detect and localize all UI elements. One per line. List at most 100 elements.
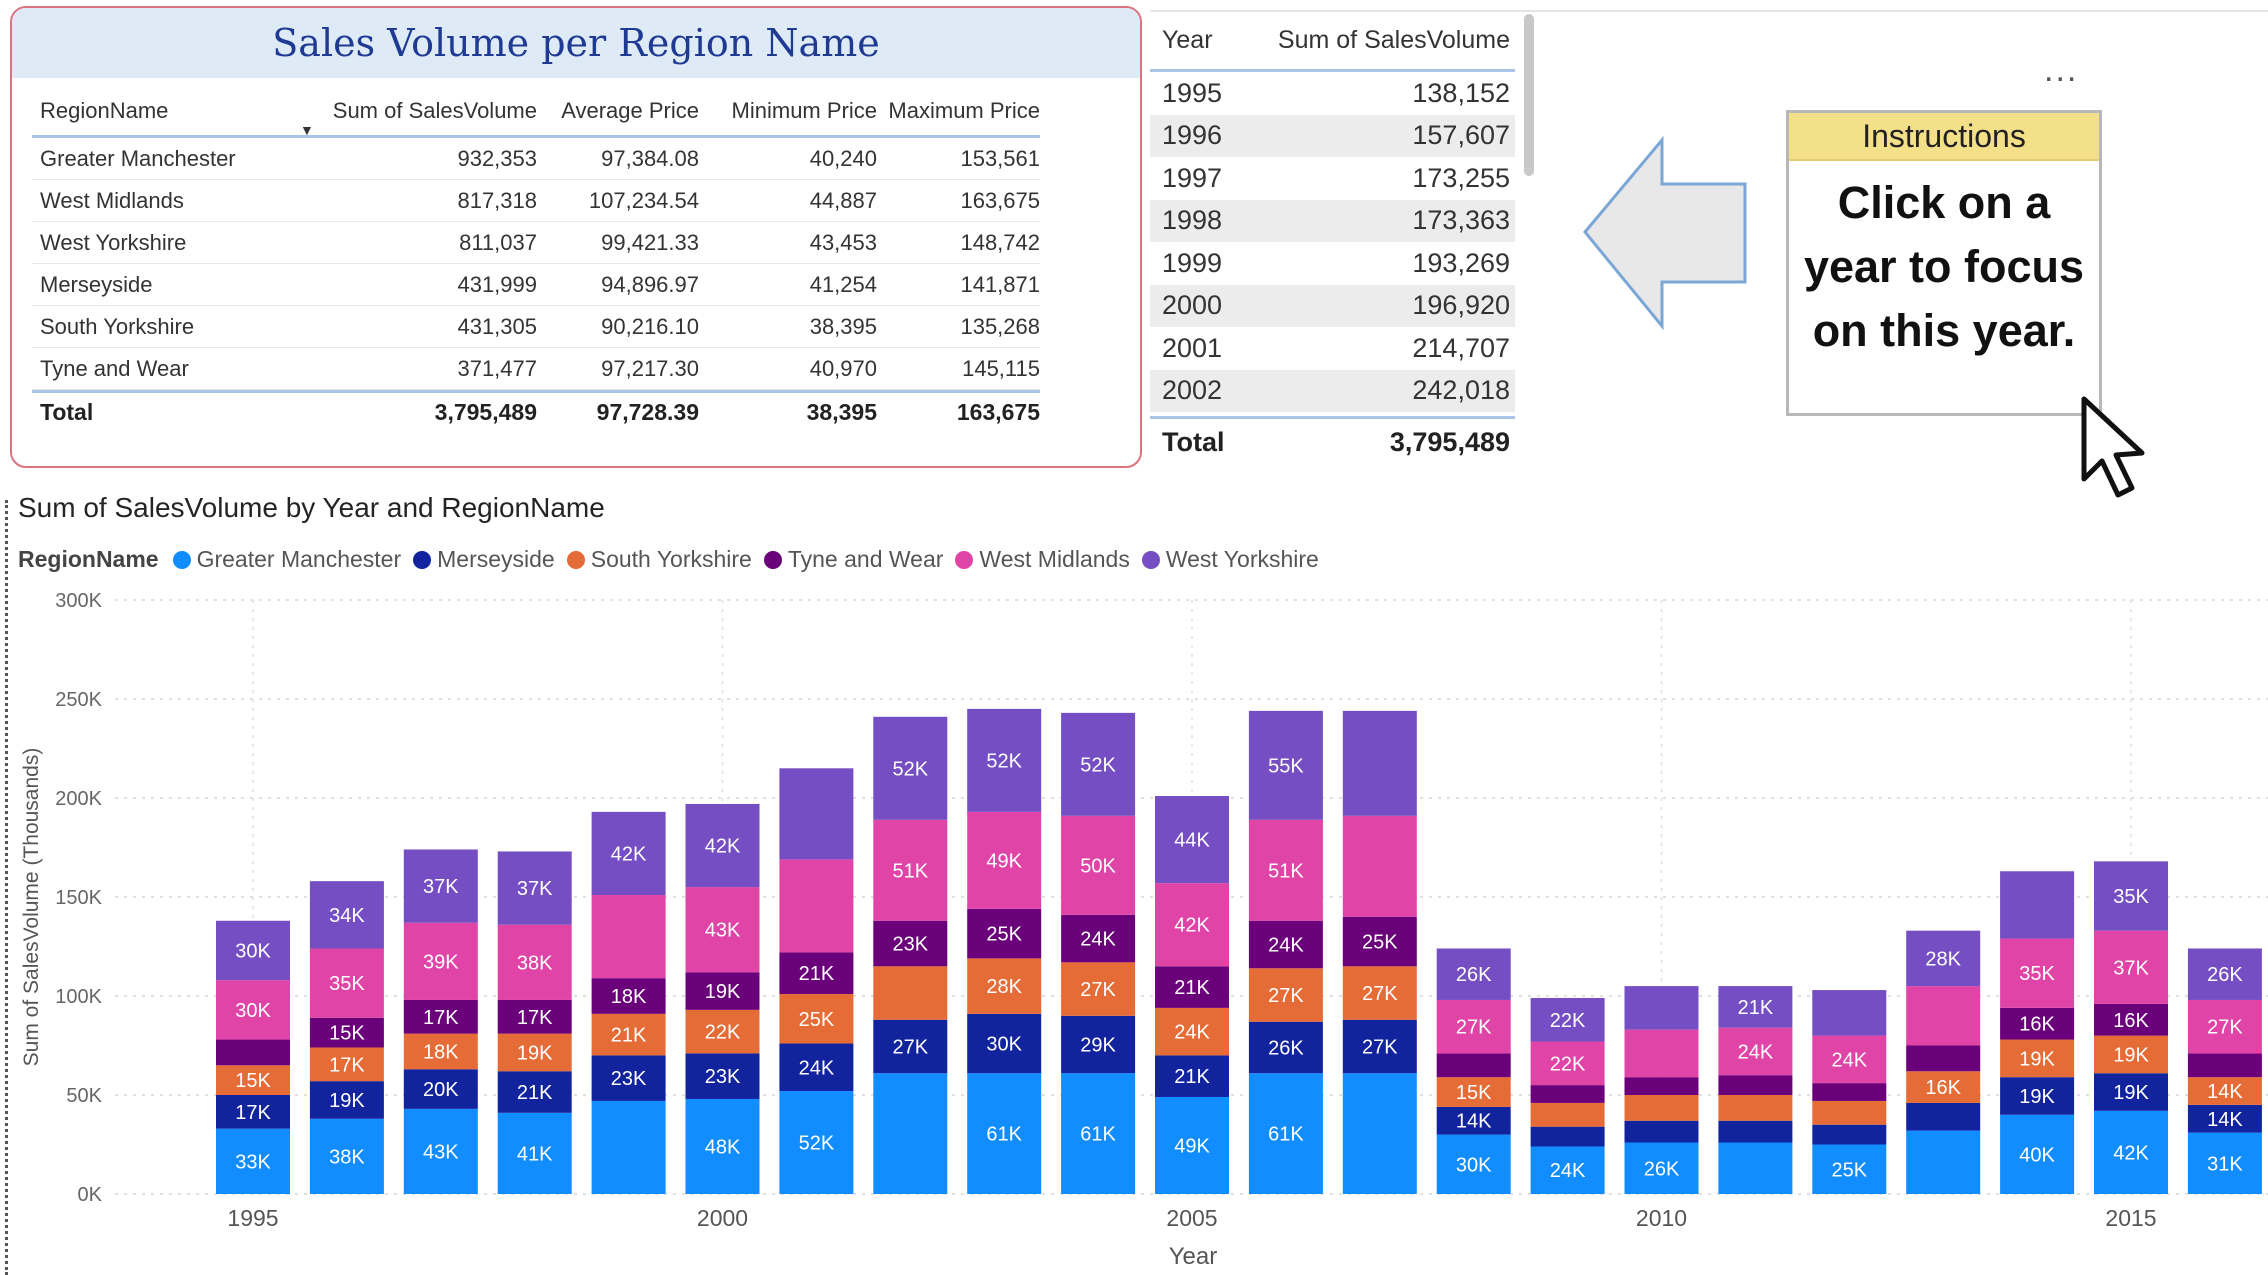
legend-label: Tyne and Wear [787, 546, 944, 572]
bar-segment[interactable] [1624, 1029, 1699, 1078]
bar-segment[interactable] [873, 1073, 948, 1194]
data-label: 42K [611, 843, 647, 865]
region-table[interactable]: RegionName Sum of SalesVolume Average Pr… [32, 86, 1040, 432]
legend-item[interactable]: West Midlands [955, 546, 1130, 573]
sort-descending-icon[interactable]: ▼ [300, 122, 314, 138]
average-price-cell: 107,234.54 [588, 187, 699, 213]
data-label: 42K [1174, 915, 1210, 937]
table-row[interactable]: West Yorkshire 811,037 99,421.33 43,453 148,… [32, 222, 1040, 264]
maximum-price-cell: 148,742 [960, 229, 1040, 255]
volume-cell: 214,707 [1412, 332, 1510, 363]
legend-item[interactable]: Merseyside [413, 546, 555, 573]
bar-segment[interactable] [1436, 1053, 1511, 1078]
bar-segment[interactable] [1906, 1130, 1981, 1194]
year-table[interactable]: Year Sum of SalesVolume 1995 138,152 1996 1… [1150, 12, 1515, 466]
year-cell: 2001 [1162, 332, 1223, 363]
y-tick-label: 50K [66, 1085, 102, 1107]
data-label: 15K [235, 1070, 271, 1092]
table-row[interactable]: Greater Manchester 932,353 97,384.08 40,240… [32, 138, 1040, 180]
x-tick-label: 2015 [2105, 1205, 2156, 1231]
table-row[interactable]: 2001 214,707 [1150, 327, 1515, 370]
column-header-sum-salesvolume[interactable]: Sum of SalesVolume [282, 98, 537, 124]
bar-segment[interactable] [1530, 1085, 1605, 1103]
region-table-visual[interactable]: Sales Volume per Region Name RegionName … [10, 6, 1142, 468]
data-label: 35K [2019, 963, 2055, 985]
table-row[interactable]: West Midlands 817,318 107,234.54 44,887 163,… [32, 180, 1040, 222]
stacked-column-chart[interactable]: 0K 50K 100K 150K 200K 250K 300K 1995 2000 2005 201… [0, 580, 2268, 1275]
data-label: 17K [235, 1102, 271, 1124]
column-header-year[interactable]: Year [1150, 26, 1260, 55]
table-row[interactable]: 2002 242,018 [1150, 369, 1515, 412]
chart-legend[interactable]: RegionName Greater Manchester Merseyside S… [18, 546, 1331, 573]
data-label: 61K [1080, 1124, 1116, 1146]
bar-segment[interactable] [216, 1039, 290, 1066]
table-row[interactable]: Tyne and Wear 371,477 97,217.30 40,970 145,1… [32, 348, 1040, 390]
bar-segment[interactable] [1624, 1120, 1699, 1143]
bar-segment[interactable] [1906, 1102, 1981, 1131]
bar-segment[interactable] [2000, 871, 2075, 939]
table-row[interactable]: 1996 157,607 [1150, 114, 1515, 157]
bar-segment[interactable] [1812, 1083, 1887, 1101]
bar-segment[interactable] [1342, 710, 1417, 816]
region-name-cell: South Yorkshire [40, 313, 195, 339]
column-header-average-price[interactable]: Average Price [537, 98, 699, 124]
data-label: 15K [329, 1023, 365, 1045]
bar-segment[interactable] [591, 1100, 666, 1194]
legend-item[interactable]: Greater Manchester [172, 546, 401, 573]
column-header-regionname[interactable]: RegionName [32, 98, 282, 124]
x-tick-label: 2005 [1166, 1205, 1217, 1231]
legend-item[interactable]: Tyne and Wear [763, 546, 944, 573]
table-row[interactable]: South Yorkshire 431,305 90,216.10 38,395 135… [32, 306, 1040, 348]
total-maximum-price: 163,675 [956, 399, 1040, 425]
data-label: 24K [1550, 1160, 1586, 1182]
bar-segment[interactable] [1530, 1102, 1605, 1127]
bar-segment[interactable] [1342, 815, 1417, 917]
y-axis-title: Sum of SalesVolume (Thousands) [20, 748, 43, 1067]
column-header-maximum-price[interactable]: Maximum Price [877, 98, 1040, 124]
legend-marker-icon [955, 550, 974, 569]
bar-segment[interactable] [1342, 1073, 1417, 1194]
bar-segment[interactable] [1718, 1095, 1793, 1121]
table-row[interactable]: 1998 173,363 [1150, 199, 1515, 242]
table-row[interactable]: Merseyside 431,999 94,896.97 41,254 141,871 [32, 264, 1040, 306]
bar-segment[interactable] [1812, 1124, 1887, 1145]
bar-segment[interactable] [1718, 1142, 1793, 1194]
legend-item[interactable]: South Yorkshire [566, 546, 752, 573]
bar-segment[interactable] [1624, 1077, 1699, 1095]
bar-segment[interactable] [2187, 1053, 2262, 1078]
year-table-scrollbar[interactable] [1524, 14, 1534, 176]
table-row[interactable]: 1997 173,255 [1150, 157, 1515, 200]
data-label: 16K [2019, 1014, 2055, 1036]
region-name-cell: West Yorkshire [40, 229, 187, 255]
bar-segment[interactable] [1812, 990, 1887, 1036]
bar-segment[interactable] [1624, 986, 1699, 1030]
data-label: 26K [2207, 964, 2243, 986]
more-options-icon[interactable]: ... [2044, 53, 2078, 87]
bar-segment[interactable] [591, 895, 666, 979]
data-label: 52K [893, 758, 929, 780]
legend-item[interactable]: West Yorkshire [1141, 546, 1319, 573]
bar-segment[interactable] [1812, 1100, 1887, 1125]
data-label: 51K [1268, 860, 1304, 882]
instructions-header: Instructions [1789, 113, 2099, 161]
bar-segment[interactable] [779, 768, 854, 860]
bar-segment[interactable] [1906, 986, 1981, 1046]
table-row[interactable]: 2000 196,920 [1150, 284, 1515, 327]
column-header-sum-salesvolume[interactable]: Sum of SalesVolume [1260, 26, 1510, 55]
table-row[interactable]: 1995 138,152 [1150, 72, 1515, 115]
bar-segment[interactable] [1624, 1095, 1699, 1121]
bar-segment[interactable] [873, 966, 948, 1020]
legend-marker-icon [763, 550, 782, 569]
bar-segment[interactable] [1718, 1120, 1793, 1143]
data-label: 21K [1174, 977, 1210, 999]
bar-segment[interactable] [1718, 1075, 1793, 1095]
y-tick-label: 0K [78, 1184, 103, 1206]
table-row[interactable]: 1999 193,269 [1150, 242, 1515, 285]
bar-segment[interactable] [1906, 1045, 1981, 1072]
year-cell: 1998 [1162, 205, 1223, 236]
column-header-minimum-price[interactable]: Minimum Price [699, 98, 877, 124]
data-label: 21K [517, 1082, 553, 1104]
bar-segment[interactable] [1530, 1126, 1605, 1147]
bar-segment[interactable] [779, 859, 854, 953]
data-label: 25K [1832, 1159, 1868, 1181]
